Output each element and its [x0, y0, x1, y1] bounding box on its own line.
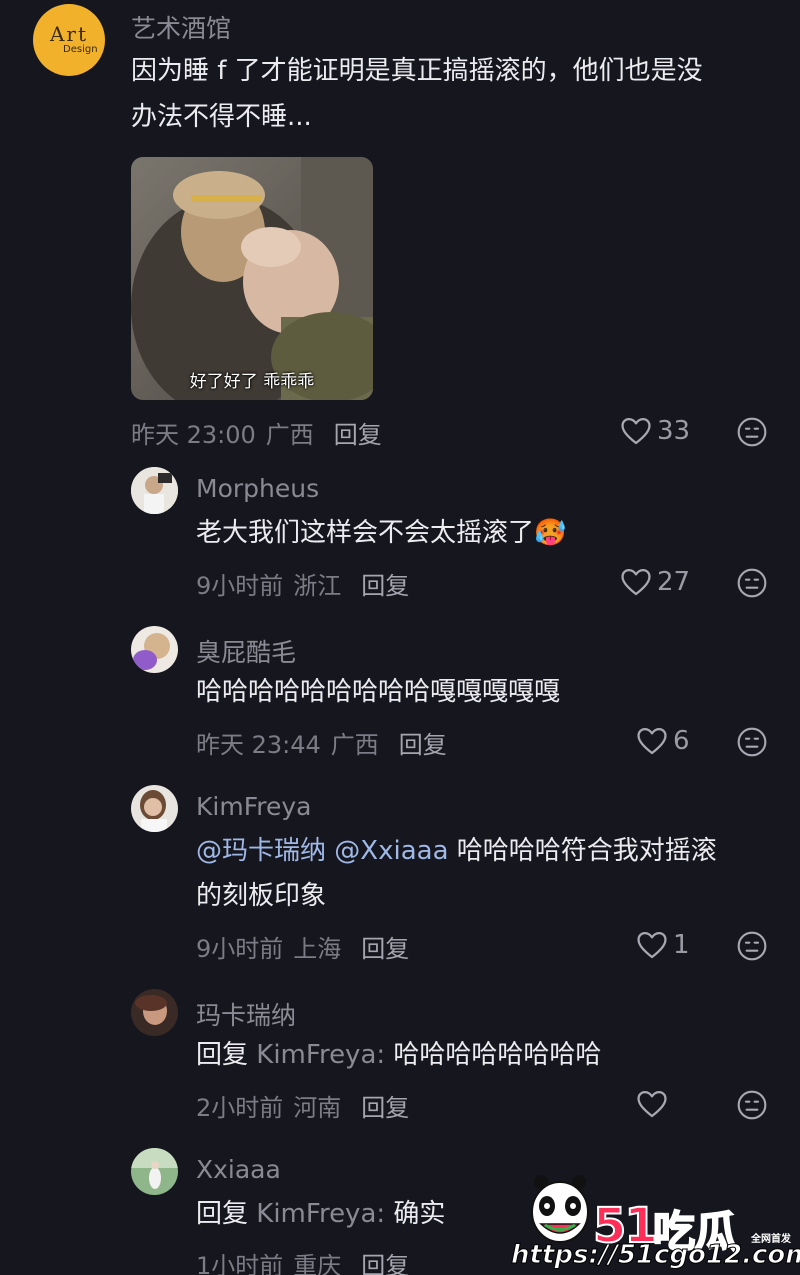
comment-text-line1: 因为睡 f 了才能证明是真正搞摇滚的，他们也是没: [131, 56, 703, 86]
comment-text: 回复 KimFreya: 哈哈哈哈哈哈哈哈: [196, 1033, 601, 1078]
like-button[interactable]: 27: [619, 565, 690, 599]
reply-button[interactable]: 回复: [334, 421, 382, 449]
like-button[interactable]: 1: [635, 928, 690, 962]
avatar-logo-subtext: Design: [63, 44, 98, 55]
comment-meta: 9小时前 浙江 回复: [196, 566, 409, 601]
like-button[interactable]: 33: [619, 414, 690, 448]
comment-image[interactable]: 好了好了 乖乖乖: [131, 157, 373, 400]
avatar[interactable]: [131, 626, 178, 673]
comment-text: 哈哈哈哈哈哈哈哈哈嘎嘎嘎嘎嘎: [196, 677, 561, 707]
comment-meta: 1小时前 重庆 回复: [196, 1246, 409, 1275]
mention-link[interactable]: @玛卡瑞纳: [196, 836, 326, 866]
location: 广西: [265, 421, 314, 449]
avatar-graphic: [131, 1148, 178, 1195]
reply-prefix: 回复: [196, 1199, 249, 1229]
comment-text: 回复 KimFreya: 确实: [196, 1192, 445, 1237]
avatar-logo-text: Art: [49, 22, 89, 46]
reply-prefix: 回复: [196, 1040, 249, 1070]
location: 重庆: [293, 1252, 342, 1275]
comment-text-content: 哈哈哈哈符合我对摇滚: [456, 836, 717, 866]
comment-text-line2: 办法不得不睡...: [131, 102, 312, 132]
like-count: 1: [673, 930, 690, 960]
avatar-graphic: [131, 467, 178, 514]
username[interactable]: 玛卡瑞纳: [196, 996, 296, 1032]
heart-outline-icon: [635, 1087, 669, 1121]
location: 浙江: [293, 572, 342, 600]
location: 河南: [293, 1094, 342, 1122]
comment-text-content: 哈哈哈哈哈哈哈哈: [393, 1040, 602, 1070]
avatar[interactable]: [131, 1148, 178, 1195]
meme-image-graphic: [131, 157, 373, 400]
reply-button[interactable]: 回复: [361, 1252, 409, 1275]
watermark-url: https://51cgo12.com: [510, 1240, 800, 1271]
heart-outline-icon: [619, 414, 653, 448]
emoji: 🥵: [534, 518, 567, 548]
avatar-graphic: [131, 989, 178, 1036]
timestamp: 1小时前: [196, 1252, 284, 1275]
comment-meta: 昨天 23:00 广西 回复: [131, 415, 382, 450]
avatar-graphic: [131, 626, 178, 673]
replied-user-link[interactable]: KimFreya:: [256, 1040, 385, 1070]
timestamp: 昨天 23:00: [131, 421, 256, 449]
comment-text-line1: @玛卡瑞纳 @Xxiaaa 哈哈哈哈符合我对摇滚: [196, 829, 717, 874]
comment-text-line2: 的刻板印象: [196, 881, 327, 911]
timestamp: 9小时前: [196, 935, 284, 963]
dislike-face-icon[interactable]: [736, 416, 768, 448]
comment-text-content: 老大我们这样会不会太摇滚了: [196, 518, 535, 548]
replied-user-link[interactable]: KimFreya:: [256, 1199, 385, 1229]
username[interactable]: Xxiaaa: [196, 1155, 281, 1184]
timestamp: 2小时前: [196, 1094, 284, 1122]
like-button[interactable]: [635, 1087, 673, 1121]
reply-button[interactable]: 回复: [361, 572, 409, 600]
heart-outline-icon: [635, 724, 669, 758]
mention-link[interactable]: @Xxiaaa: [334, 836, 448, 866]
location: 广西: [330, 731, 379, 759]
avatar[interactable]: Art Design: [33, 4, 105, 76]
comment-meta: 2小时前 河南 回复: [196, 1088, 409, 1123]
username[interactable]: 臭屁酷毛: [196, 633, 296, 669]
reply-button[interactable]: 回复: [361, 935, 409, 963]
image-caption: 好了好了 乖乖乖: [189, 372, 315, 392]
dislike-face-icon[interactable]: [736, 1089, 768, 1121]
avatar[interactable]: [131, 989, 178, 1036]
username[interactable]: KimFreya: [196, 792, 311, 821]
like-count: 33: [657, 416, 691, 446]
comment-meta: 9小时前 上海 回复: [196, 929, 409, 964]
mascot-logo-icon: [531, 1175, 589, 1243]
reply-button[interactable]: 回复: [361, 1094, 409, 1122]
timestamp: 9小时前: [196, 572, 284, 600]
location: 上海: [293, 935, 342, 963]
username[interactable]: Morpheus: [196, 474, 319, 503]
site-watermark: 51 吃瓜 全网首发 https://51cgo12.com: [505, 1168, 800, 1275]
like-count: 27: [657, 567, 691, 597]
comment-text-content: 确实: [393, 1199, 446, 1229]
reply-button[interactable]: 回复: [399, 731, 447, 759]
comment-text: 老大我们这样会不会太摇滚了🥵: [196, 511, 566, 556]
avatar[interactable]: [131, 785, 178, 832]
dislike-face-icon[interactable]: [736, 567, 768, 599]
dislike-face-icon[interactable]: [736, 930, 768, 962]
like-button[interactable]: 6: [635, 724, 690, 758]
comment-thread: Art Design 艺术酒馆 因为睡 f 了才能证明是真正搞摇滚的，他们也是没…: [0, 0, 800, 1275]
avatar-graphic: [131, 785, 178, 832]
avatar[interactable]: [131, 467, 178, 514]
comment-meta: 昨天 23:44 广西 回复: [196, 725, 447, 760]
heart-outline-icon: [619, 565, 653, 599]
like-count: 6: [673, 726, 690, 756]
username[interactable]: 艺术酒馆: [131, 9, 231, 45]
heart-outline-icon: [635, 928, 669, 962]
timestamp: 昨天 23:44: [196, 731, 321, 759]
dislike-face-icon[interactable]: [736, 726, 768, 758]
